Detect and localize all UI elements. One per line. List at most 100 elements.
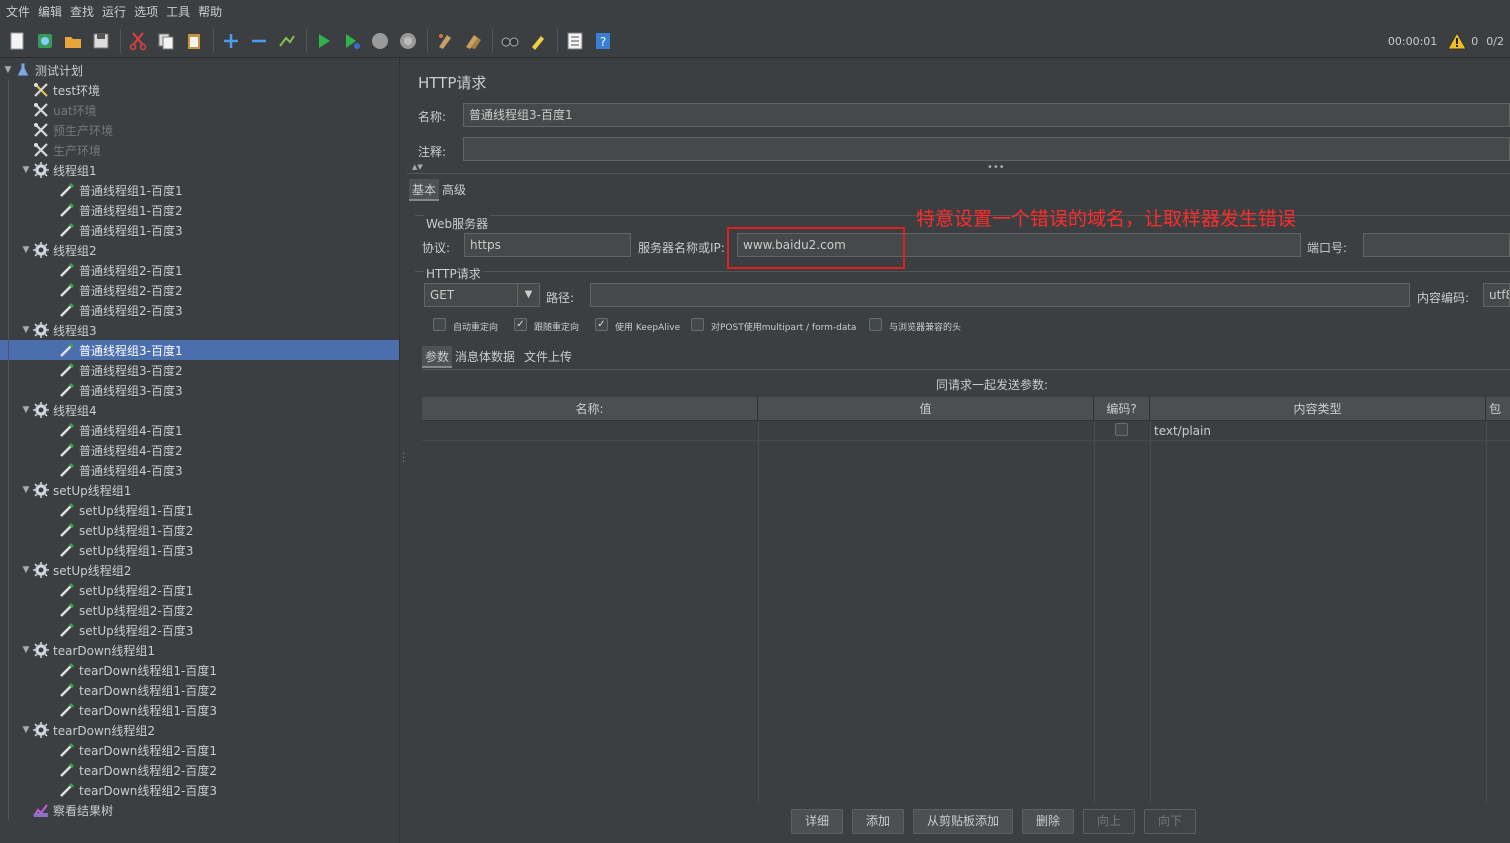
tree-node[interactable]: setUp线程组1-百度2 xyxy=(0,520,399,540)
clear-icon[interactable] xyxy=(432,28,458,54)
tab-body-data[interactable]: 消息体数据 xyxy=(452,346,518,368)
tree-node[interactable]: tearDown线程组1-百度1 xyxy=(0,660,399,680)
tree-node[interactable]: 普通线程组2-百度2 xyxy=(0,280,399,300)
details-button[interactable]: 详细 xyxy=(791,809,843,834)
chevron-down-icon[interactable]: ▼ xyxy=(20,565,32,575)
browser-headers-checkbox[interactable] xyxy=(869,318,882,331)
move-down-button[interactable]: 向下 xyxy=(1144,809,1196,834)
tree-node[interactable]: setUp线程组1-百度1 xyxy=(0,500,399,520)
tree-node[interactable]: setUp线程组2-百度3 xyxy=(0,620,399,640)
collapse-icon[interactable] xyxy=(246,28,272,54)
add-from-clipboard-button[interactable]: 从剪贴板添加 xyxy=(913,809,1013,834)
chevron-down-icon[interactable]: ▼ xyxy=(20,405,32,415)
tree-node[interactable]: tearDown线程组2-百度2 xyxy=(0,760,399,780)
encoding-field[interactable]: utf8 xyxy=(1483,283,1510,307)
warning-icon[interactable] xyxy=(1447,31,1468,51)
multipart-checkbox[interactable] xyxy=(691,318,704,331)
test-plan-tree[interactable]: ▼ 测试计划 test环境 uat环境 预生产环境 生产环境 ▼ 线程组1 普通线程组1-百度1… xyxy=(0,58,399,843)
tree-node[interactable]: ▼ 线程组1 xyxy=(0,160,399,180)
cell-content-type[interactable]: text/plain xyxy=(1154,421,1484,441)
menu-help[interactable]: 帮助 xyxy=(194,0,226,24)
name-field[interactable]: 普通线程组3-百度1 xyxy=(463,103,1510,127)
port-field[interactable] xyxy=(1363,233,1510,257)
save-icon[interactable] xyxy=(88,28,114,54)
tree-node[interactable]: tearDown线程组1-百度3 xyxy=(0,700,399,720)
column-header-content-type[interactable]: 内容类型 xyxy=(1150,397,1486,421)
chevron-down-icon[interactable]: ▼ xyxy=(517,284,539,306)
tree-node[interactable]: tearDown线程组2-百度3 xyxy=(0,780,399,800)
menu-options[interactable]: 选项 xyxy=(130,0,162,24)
tree-node[interactable]: 察看结果树 xyxy=(0,800,399,820)
follow-redirect-checkbox[interactable]: ✓ xyxy=(514,318,527,331)
tree-node[interactable]: uat环境 xyxy=(0,100,399,120)
tab-parameters[interactable]: 参数 xyxy=(422,346,453,368)
tree-node[interactable]: 普通线程组3-百度3 xyxy=(0,380,399,400)
tree-node[interactable]: ▼ 线程组2 xyxy=(0,240,399,260)
menu-search[interactable]: 查找 xyxy=(66,0,98,24)
cell-name[interactable] xyxy=(425,421,755,441)
menu-file[interactable]: 文件 xyxy=(2,0,34,24)
column-header-include[interactable]: 包含 xyxy=(1486,397,1510,421)
tab-file-upload[interactable]: 文件上传 xyxy=(521,346,575,368)
protocol-field[interactable]: https xyxy=(464,233,631,257)
tree-node[interactable]: test环境 xyxy=(0,80,399,100)
reset-search-icon[interactable] xyxy=(525,28,551,54)
tree-node[interactable]: 普通线程组1-百度2 xyxy=(0,200,399,220)
tree-node[interactable]: setUp线程组2-百度1 xyxy=(0,580,399,600)
tab-advanced[interactable]: 高级 xyxy=(439,179,469,201)
expand-icon[interactable] xyxy=(218,28,244,54)
menu-run[interactable]: 运行 xyxy=(98,0,130,24)
add-button[interactable]: 添加 xyxy=(852,809,904,834)
search-icon[interactable] xyxy=(497,28,523,54)
tree-node[interactable]: 普通线程组1-百度3 xyxy=(0,220,399,240)
cell-value[interactable] xyxy=(761,421,1091,441)
chevron-down-icon[interactable]: ▼ xyxy=(20,725,32,735)
tree-node[interactable]: 普通线程组4-百度2 xyxy=(0,440,399,460)
tree-node[interactable]: ▼ tearDown线程组1 xyxy=(0,640,399,660)
shutdown-icon[interactable] xyxy=(395,28,421,54)
chevron-down-icon[interactable]: ▼ xyxy=(20,325,32,335)
tree-node[interactable]: 普通线程组2-百度1 xyxy=(0,260,399,280)
column-header-value[interactable]: 值 xyxy=(758,397,1094,421)
tab-basic[interactable]: 基本 xyxy=(409,179,440,201)
method-select[interactable]: GET ▼ xyxy=(424,283,540,307)
chevron-down-icon[interactable]: ▼ xyxy=(20,485,32,495)
tree-node[interactable]: ▼ 线程组3 xyxy=(0,320,399,340)
function-helper-icon[interactable] xyxy=(562,28,588,54)
column-header-encode[interactable]: 编码? xyxy=(1094,397,1150,421)
tree-node[interactable]: 生产环境 xyxy=(0,140,399,160)
tree-node[interactable]: tearDown线程组1-百度2 xyxy=(0,680,399,700)
tree-node[interactable]: ▼ setUp线程组2 xyxy=(0,560,399,580)
cut-icon[interactable] xyxy=(125,28,151,54)
tree-node[interactable]: ▼ 线程组4 xyxy=(0,400,399,420)
new-icon[interactable] xyxy=(4,28,30,54)
paste-icon[interactable] xyxy=(181,28,207,54)
path-field[interactable] xyxy=(590,283,1410,307)
chevron-down-icon[interactable]: ▼ xyxy=(20,245,32,255)
tree-node[interactable]: 普通线程组4-百度1 xyxy=(0,420,399,440)
chevron-down-icon[interactable]: ▼ xyxy=(20,645,32,655)
cell-encode-checkbox[interactable] xyxy=(1115,423,1128,436)
panel-splitter[interactable]: · · · xyxy=(399,58,407,843)
start-no-pauses-icon[interactable] xyxy=(339,28,365,54)
menu-tools[interactable]: 工具 xyxy=(162,0,194,24)
delete-button[interactable]: 删除 xyxy=(1022,809,1074,834)
start-icon[interactable] xyxy=(311,28,337,54)
tree-node[interactable]: setUp线程组1-百度3 xyxy=(0,540,399,560)
toggle-icon[interactable] xyxy=(274,28,300,54)
tree-node[interactable]: 普通线程组2-百度3 xyxy=(0,300,399,320)
tree-node[interactable]: 预生产环境 xyxy=(0,120,399,140)
tree-node[interactable]: 普通线程组1-百度1 xyxy=(0,180,399,200)
help-icon[interactable]: ? xyxy=(590,28,616,54)
panel-divider[interactable]: ▲▼ ••• xyxy=(407,162,1510,174)
menu-edit[interactable]: 编辑 xyxy=(34,0,66,24)
comment-field[interactable] xyxy=(463,137,1510,161)
tree-node[interactable]: 普通线程组3-百度1 xyxy=(0,340,399,360)
chevron-down-icon[interactable]: ▼ xyxy=(2,65,14,75)
copy-icon[interactable] xyxy=(153,28,179,54)
clear-all-icon[interactable] xyxy=(460,28,486,54)
tree-node[interactable]: 普通线程组3-百度2 xyxy=(0,360,399,380)
templates-icon[interactable] xyxy=(32,28,58,54)
auto-redirect-checkbox[interactable] xyxy=(433,318,446,331)
tree-node[interactable]: ▼ 测试计划 xyxy=(0,60,399,80)
